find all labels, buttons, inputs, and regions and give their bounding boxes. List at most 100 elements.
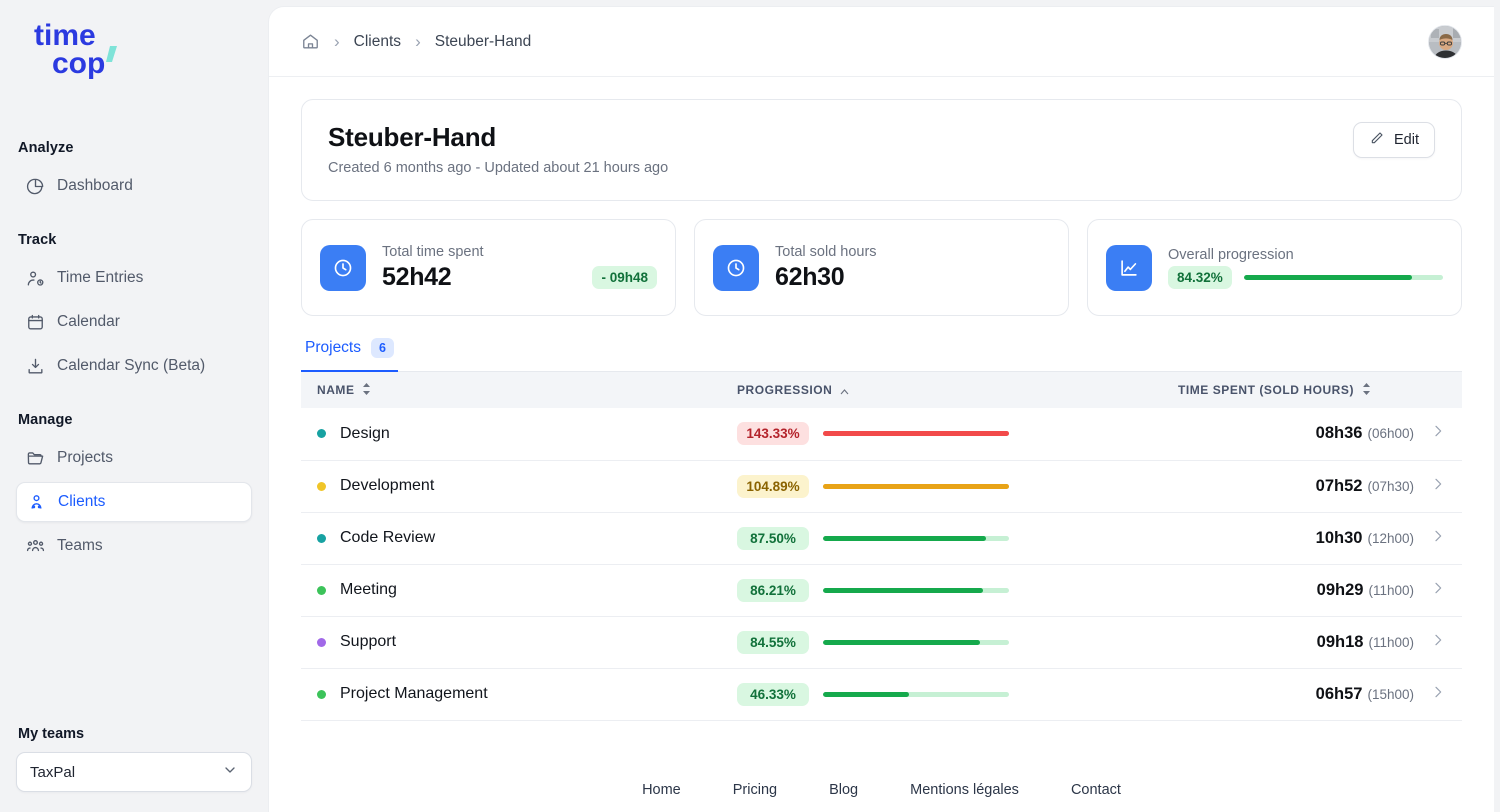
sidebar-item-dashboard[interactable]: Dashboard [16,166,252,206]
sort-asc-icon [840,384,849,398]
project-name-label: Development [340,477,434,495]
project-name: Support [317,633,705,651]
footer-link-home[interactable]: Home [642,782,681,798]
sort-both-icon [1362,383,1371,398]
time-spent-value: 06h57(15h00) [1316,685,1414,704]
sort-both-icon [362,383,371,398]
project-name-label: Meeting [340,581,397,599]
progression-badge: 86.21% [737,579,809,602]
chart-line-icon [1106,245,1152,291]
sold-hours-value: (11h00) [1368,635,1414,650]
edit-button[interactable]: Edit [1353,122,1435,158]
progression-cell: 84.55% [737,631,1146,654]
sidebar-item-clients[interactable]: Clients [16,482,252,522]
footer-link-contact[interactable]: Contact [1071,782,1121,798]
stat-row: 52h42 - 09h48 [382,263,657,292]
table-row[interactable]: Development104.89%07h52(07h30) [301,460,1462,512]
column-header-label: PROGRESSION [737,383,832,397]
sidebar-group-title: Analyze [18,140,252,156]
progression-cell: 86.21% [737,579,1146,602]
sidebar-group-analyze: Analyze Dashboard [16,140,252,206]
sold-hours-value: (12h00) [1367,531,1414,546]
table-row[interactable]: Support84.55%09h18(11h00) [301,616,1462,668]
progression-bar [823,484,1009,489]
table-header-row: NAME PROGRESSION TIME SPEN [301,372,1462,408]
cell-name: Development [301,460,721,512]
chevron-down-icon [222,762,238,782]
user-clock-icon [26,269,45,288]
app-logo[interactable]: time cop [16,0,252,80]
tab-label: Projects [305,339,361,357]
calendar-sync-icon [26,357,45,376]
app-root: time cop Analyze Dashboard Track [0,0,1500,812]
chevron-right-icon[interactable] [1430,423,1446,444]
sidebar-item-label: Dashboard [57,177,133,195]
chevron-right-icon[interactable] [1430,528,1446,549]
column-header-label: NAME [317,383,355,397]
sidebar-group-manage: Manage Projects Clients [16,412,252,566]
table-row[interactable]: Code Review87.50%10h30(12h00) [301,512,1462,564]
table-row[interactable]: Meeting 86.21% 09h29(11h00) [301,564,1462,616]
time-spent-cell: 08h36(06h00) [1178,423,1446,444]
projects-table: NAME PROGRESSION TIME SPEN [301,372,1462,721]
chevron-right-icon[interactable] [1430,632,1446,653]
column-header-label: TIME SPENT (sold hours) [1178,383,1354,397]
my-teams-label: My teams [18,726,252,742]
time-spent-value: 10h30(12h00) [1316,529,1414,548]
sidebar: time cop Analyze Dashboard Track [0,0,268,812]
home-icon[interactable] [301,32,320,51]
project-name-label: Design [340,425,390,443]
chevron-right-icon[interactable] [1430,684,1446,705]
sidebar-item-projects[interactable]: Projects [16,438,252,478]
breadcrumb-item-clients[interactable]: Clients [354,33,401,51]
footer-link-pricing[interactable]: Pricing [733,782,777,798]
project-name-label: Project Management [340,685,488,703]
project-color-dot [317,638,326,647]
topbar: › Clients › Steuber-Hand [269,7,1494,77]
progression-bar-fill [823,484,1009,489]
tabs: Projects 6 [301,338,1462,372]
calendar-icon [26,313,45,332]
sidebar-item-calendar-sync[interactable]: Calendar Sync (Beta) [16,346,252,386]
client-header-card: Steuber-Hand Created 6 months ago - Upda… [301,99,1462,201]
chevron-right-icon[interactable] [1430,580,1446,601]
time-spent-value: 09h29(11h00) [1317,581,1414,600]
column-header-time-spent[interactable]: TIME SPENT (sold hours) [1162,372,1462,408]
chevron-right-icon[interactable] [1430,476,1446,497]
stat-label: Total time spent [382,244,657,260]
column-header-progression[interactable]: PROGRESSION [721,372,1162,408]
stat-body: Total time spent 52h42 - 09h48 [382,244,657,292]
table-row[interactable]: Project Management46.33%06h57(15h00) [301,668,1462,720]
sidebar-item-time-entries[interactable]: Time Entries [16,258,252,298]
content-area: Steuber-Hand Created 6 months ago - Upda… [269,77,1494,721]
cell-progression: 84.55% [721,616,1162,668]
clock-icon [713,245,759,291]
footer-link-blog[interactable]: Blog [829,782,858,798]
progression-bar-fill [823,588,983,593]
footer-link-mentions-legales[interactable]: Mentions légales [910,782,1019,798]
cell-time-spent: 10h30(12h00) [1162,512,1462,564]
stat-card-overall-progression: Overall progression 84.32% [1087,219,1462,316]
tab-projects[interactable]: Projects 6 [301,338,398,372]
cell-name: Code Review [301,512,721,564]
stat-row: 62h30 [775,263,1050,292]
stat-body: Overall progression 84.32% [1168,247,1443,289]
sidebar-item-calendar[interactable]: Calendar [16,302,252,342]
stat-label: Total sold hours [775,244,1050,260]
team-select[interactable]: TaxPal [16,752,252,792]
sidebar-group-title: Track [18,232,252,248]
breadcrumb-separator-icon: › [415,32,421,52]
stat-row: 84.32% [1168,266,1443,289]
avatar[interactable] [1428,25,1462,59]
cell-time-spent: 08h36(06h00) [1162,408,1462,460]
sidebar-item-teams[interactable]: Teams [16,526,252,566]
page-title: Steuber-Hand [328,122,668,153]
sidebar-group-track: Track Time Entries Calendar [16,232,252,386]
project-color-dot [317,482,326,491]
my-teams-block: My teams TaxPal [16,726,252,792]
breadcrumb-item-current: Steuber-Hand [435,33,532,51]
cell-time-spent: 06h57(15h00) [1162,668,1462,720]
stat-value: 52h42 [382,263,451,292]
column-header-name[interactable]: NAME [301,372,721,408]
table-row[interactable]: Design143.33%08h36(06h00) [301,408,1462,460]
